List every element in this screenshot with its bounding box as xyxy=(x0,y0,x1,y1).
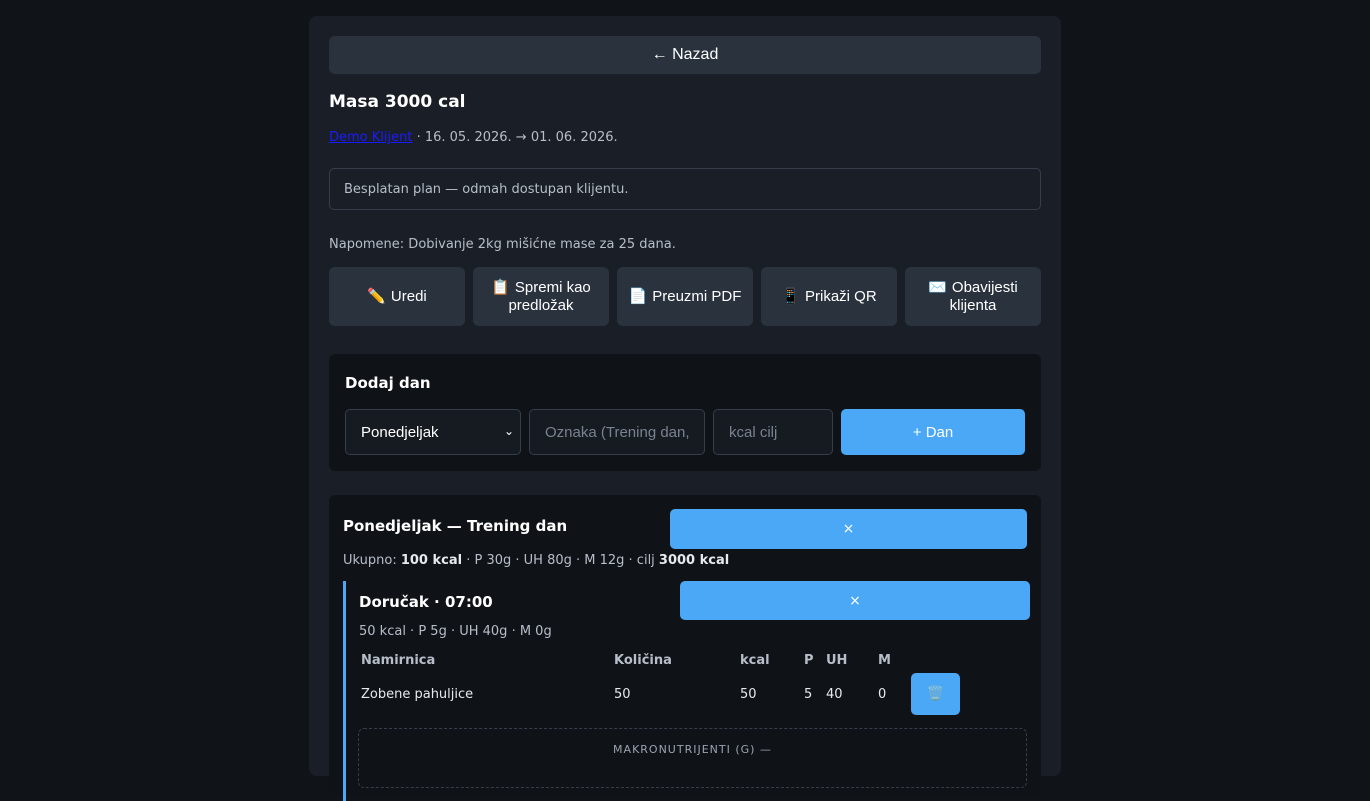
delete-food-button[interactable]: 🗑️ xyxy=(911,673,960,715)
remove-day-button[interactable]: × xyxy=(670,509,1027,549)
col-header-fat: M xyxy=(878,653,891,668)
day-total-prefix: Ukupno: xyxy=(343,553,401,568)
show-qr-label: Prikaži QR xyxy=(805,287,877,305)
download-pdf-button[interactable]: 📄 Preuzmi PDF xyxy=(617,267,753,326)
day-total-kcal: 100 kcal xyxy=(400,553,463,568)
meal-title: Doručak · 07:00 xyxy=(359,593,493,611)
day-total-macros: · P 30g · UH 80g · M 12g · cilj xyxy=(462,553,659,568)
day-title: Ponedjeljak — Trening dan xyxy=(343,517,568,535)
col-header-kcal: kcal xyxy=(740,653,770,668)
close-icon: × xyxy=(842,521,855,537)
remove-meal-button[interactable]: × xyxy=(680,581,1030,620)
phone-icon: 📱 xyxy=(781,287,800,305)
macro-section: MAKRONUTRIJENTI (G) — xyxy=(358,728,1027,788)
action-bar: ✏️ Uredi 📋 Spremi kao predložak 📄 Preuzmi P… xyxy=(329,267,1041,326)
meal-summary: 50 kcal · P 5g · UH 40g · M 0g xyxy=(359,624,552,639)
plan-panel: ← Nazad Masa 3000 cal Demo Klijent · 16.… xyxy=(309,16,1061,801)
add-day-card: Dodaj dan Ponedjeljak ⌄ Oznaka (Trening … xyxy=(329,354,1041,471)
cell-amount: 50 xyxy=(614,687,631,702)
plan-subline: Demo Klijent · 16. 05. 2026. → 01. 06. 2… xyxy=(329,130,618,145)
col-header-protein: P xyxy=(804,653,814,668)
add-day-button[interactable]: + Dan xyxy=(841,409,1025,455)
cell-carbs: 40 xyxy=(826,687,843,702)
col-header-carbs: UH xyxy=(826,653,848,668)
day-goal-kcal: 3000 kcal xyxy=(658,553,730,568)
plan-dates: · 16. 05. 2026. → 01. 06. 2026. xyxy=(412,130,618,145)
day-select-value: Ponedjeljak xyxy=(361,423,439,441)
cell-food: Zobene pahuljice xyxy=(361,687,474,702)
close-icon: × xyxy=(849,592,861,609)
pencil-icon: ✏️ xyxy=(367,287,386,305)
envelope-icon: ✉️ xyxy=(928,278,947,296)
cell-kcal: 50 xyxy=(740,687,757,702)
download-pdf-label: Preuzmi PDF xyxy=(652,287,742,305)
show-qr-button[interactable]: 📱 Prikaži QR xyxy=(761,267,897,326)
client-link[interactable]: Demo Klijent xyxy=(329,130,412,145)
clipboard-icon: 📋 xyxy=(491,278,510,296)
day-total: Ukupno: 100 kcal · P 30g · UH 80g · M 12… xyxy=(343,553,729,568)
back-button[interactable]: ← Nazad xyxy=(329,36,1041,74)
edit-label: Uredi xyxy=(390,287,427,305)
save-template-button[interactable]: 📋 Spremi kao predložak xyxy=(473,267,609,326)
document-icon: 📄 xyxy=(628,287,648,305)
chevron-down-icon: ⌄ xyxy=(503,424,514,438)
meal-section: Doručak · 07:00 × 50 kcal · P 5g · UH 40… xyxy=(343,581,1030,801)
day-label-input[interactable]: Oznaka (Trening dan, xyxy=(529,409,705,455)
col-header-food: Namirnica xyxy=(361,653,436,668)
macro-section-label: MAKRONUTRIJENTI (G) — xyxy=(613,743,772,756)
notify-client-button[interactable]: ✉️ Obavijesti klijenta xyxy=(905,267,1041,326)
trash-icon: 🗑️ xyxy=(926,686,945,702)
plan-notes: Napomene: Dobivanje 2kg mišićne mase za … xyxy=(329,237,676,252)
save-template-label: Spremi kao predložak xyxy=(508,278,591,314)
plan-title: Masa 3000 cal xyxy=(329,92,466,112)
day-select[interactable]: Ponedjeljak ⌄ xyxy=(345,409,521,455)
day-card: Ponedjeljak — Trening dan × Ukupno: 100 … xyxy=(329,495,1041,801)
plan-notice: Besplatan plan — odmah dostupan klijentu… xyxy=(329,168,1041,210)
notify-client-label: Obavijesti klijenta xyxy=(949,278,1018,314)
col-header-amount: Količina xyxy=(614,653,672,668)
add-day-title: Dodaj dan xyxy=(345,374,431,392)
cell-protein: 5 xyxy=(804,687,813,702)
edit-button[interactable]: ✏️ Uredi xyxy=(329,267,465,326)
kcal-goal-input[interactable]: kcal cilj xyxy=(713,409,833,455)
cell-fat: 0 xyxy=(878,687,887,702)
